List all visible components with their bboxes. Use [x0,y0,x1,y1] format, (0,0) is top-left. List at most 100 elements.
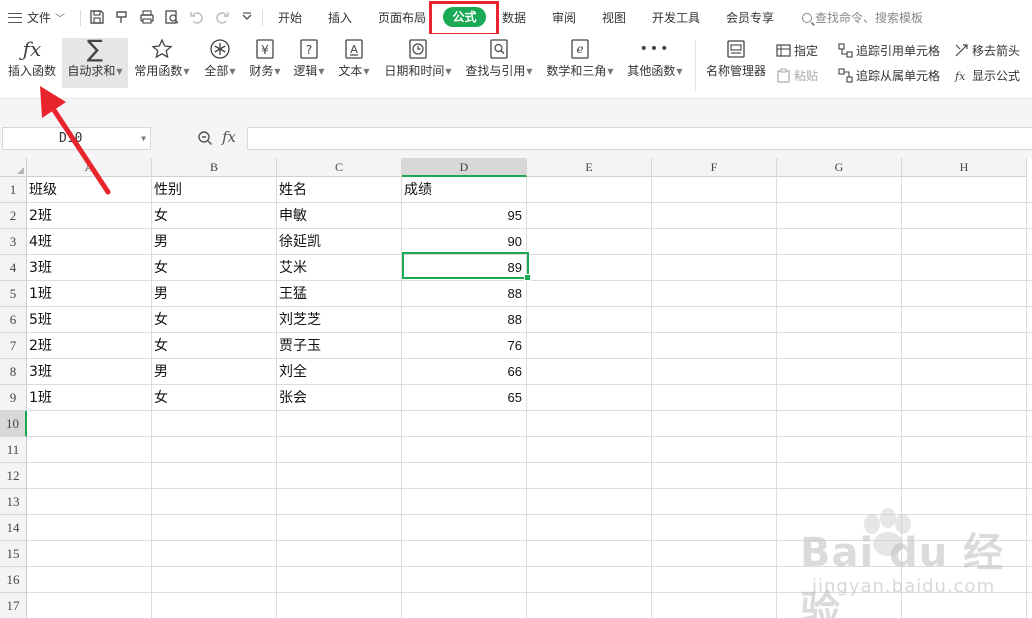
cell-a8[interactable]: 3班 [27,359,151,384]
more-functions-button[interactable]: ••• 其他函数▼ [624,34,686,92]
remove-arrows-button[interactable]: 移去箭头 [954,42,1020,60]
show-formulas-button[interactable]: ƒx 显示公式 [952,67,1020,85]
row-header-12[interactable]: 12 [0,463,27,489]
row-header-4[interactable]: 4 [0,255,27,281]
tab-home[interactable]: 开始 [278,9,302,27]
cell-d9[interactable]: 65 [402,385,526,410]
formula-input[interactable] [247,127,1032,150]
row-header-2[interactable]: 2 [0,203,27,229]
cell-d1[interactable]: 成绩 [402,177,526,202]
column-header-c[interactable]: C [277,158,402,177]
cell-b2[interactable]: 女 [152,203,276,228]
save-icon[interactable] [88,8,106,26]
specify-button[interactable]: 指定 [776,42,818,60]
cell-b5[interactable]: 男 [152,281,276,306]
cell-d5[interactable]: 88 [402,281,526,306]
row-header-6[interactable]: 6 [0,307,27,333]
cell-b3[interactable]: 男 [152,229,276,254]
row-header-3[interactable]: 3 [0,229,27,255]
cell-c2[interactable]: 申敏 [277,203,401,228]
file-menu[interactable]: 文件 ﹀ [8,9,65,27]
row-header-9[interactable]: 9 [0,385,27,411]
active-cell-d10[interactable] [402,252,531,281]
cell-d6[interactable]: 88 [402,307,526,332]
tab-insert[interactable]: 插入 [328,9,352,27]
tab-view[interactable]: 视图 [602,9,626,27]
cell-b1[interactable]: 性别 [152,177,276,202]
cell-a9[interactable]: 1班 [27,385,151,410]
cell-a7[interactable]: 2班 [27,333,151,358]
redo-icon[interactable] [213,8,231,26]
cell-d7[interactable]: 76 [402,333,526,358]
cell-a6[interactable]: 5班 [27,307,151,332]
cell-a4[interactable]: 3班 [27,255,151,280]
cell-c6[interactable]: 刘芝芝 [277,307,401,332]
cell-c3[interactable]: 徐延凯 [277,229,401,254]
fx-label[interactable]: fx [222,128,236,146]
logical-button[interactable]: ? 逻辑▼ [290,34,328,92]
tab-member[interactable]: 会员专享 [726,9,774,27]
text-functions-button[interactable]: A 文本▼ [334,34,374,92]
cell-d3[interactable]: 90 [402,229,526,254]
row-header-17[interactable]: 17 [0,593,27,618]
cell-d8[interactable]: 66 [402,359,526,384]
column-header-d[interactable]: D [402,158,527,177]
cell-a2[interactable]: 2班 [27,203,151,228]
toolbar-gap [0,98,1032,120]
row-header-13[interactable]: 13 [0,489,27,515]
row-header-16[interactable]: 16 [0,567,27,593]
autosum-label: 自动求和 [67,64,116,78]
row-header-1[interactable]: 1 [0,177,27,203]
cell-a5[interactable]: 1班 [27,281,151,306]
paste-names-button[interactable]: 粘贴 [776,67,818,85]
row-header-7[interactable]: 7 [0,333,27,359]
cell-b8[interactable]: 男 [152,359,276,384]
math-trig-button[interactable]: e 数学和三角▼ [543,34,617,92]
cell-a3[interactable]: 4班 [27,229,151,254]
row-header-10[interactable]: 10 [0,411,27,437]
cell-b7[interactable]: 女 [152,333,276,358]
common-functions-button[interactable]: 常用函数▼ [132,34,192,92]
financial-button[interactable]: ¥ 财务▼ [246,34,284,92]
lookup-reference-button[interactable]: 查找与引用▼ [462,34,536,92]
show-formulas-icon: ƒx [952,70,966,83]
format-painter-icon[interactable] [113,8,131,26]
cell-c1[interactable]: 姓名 [277,177,401,202]
trace-precedents-button[interactable]: 追踪引用单元格 [838,42,940,60]
tab-page-layout[interactable]: 页面布局 [378,9,426,27]
command-search[interactable]: 查找命令、搜索模板 [802,9,923,27]
row-header-8[interactable]: 8 [0,359,27,385]
column-header-b[interactable]: B [152,158,277,177]
row-header-14[interactable]: 14 [0,515,27,541]
all-functions-button[interactable]: 全部▼ [200,34,240,92]
tab-data[interactable]: 数据 [502,9,526,27]
select-all-corner[interactable] [0,158,27,177]
cell-c7[interactable]: 贾子玉 [277,333,401,358]
highlight-box [429,1,499,36]
customize-toolbar-icon[interactable] [238,8,256,26]
cell-c8[interactable]: 刘全 [277,359,401,384]
row-header-11[interactable]: 11 [0,437,27,463]
cell-b6[interactable]: 女 [152,307,276,332]
date-time-button[interactable]: 日期和时间▼ [382,34,454,92]
row-header-5[interactable]: 5 [0,281,27,307]
column-header-g[interactable]: G [777,158,902,177]
column-header-h[interactable]: H [902,158,1027,177]
print-preview-icon[interactable] [163,8,181,26]
cell-b9[interactable]: 女 [152,385,276,410]
cell-b4[interactable]: 女 [152,255,276,280]
column-header-e[interactable]: E [527,158,652,177]
column-header-f[interactable]: F [652,158,777,177]
print-icon[interactable] [138,8,156,26]
cell-c5[interactable]: 王猛 [277,281,401,306]
tab-review[interactable]: 审阅 [552,9,576,27]
name-manager-button[interactable]: 名称管理器 [704,34,768,92]
cell-c9[interactable]: 张会 [277,385,401,410]
row-header-15[interactable]: 15 [0,541,27,567]
undo-icon[interactable] [188,8,206,26]
cell-d2[interactable]: 95 [402,203,526,228]
cell-c4[interactable]: 艾米 [277,255,401,280]
trace-dependents-button[interactable]: 追踪从属单元格 [838,67,940,85]
zoom-icon[interactable] [197,130,213,146]
tab-developer[interactable]: 开发工具 [652,9,700,27]
